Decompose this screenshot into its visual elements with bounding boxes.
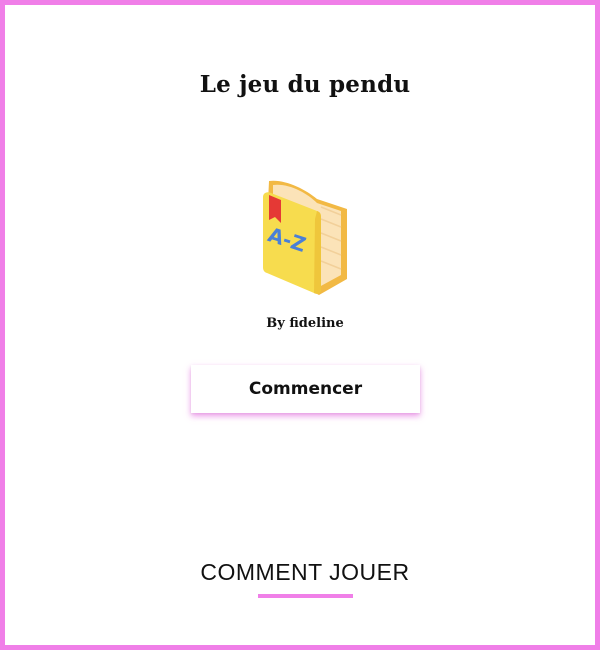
dictionary-book-icon: A-Z <box>255 175 355 300</box>
how-to-play-link[interactable]: COMMENT JOUER <box>5 559 600 586</box>
how-to-play-underline <box>258 594 353 598</box>
start-button[interactable]: Commencer <box>191 365 420 413</box>
author-byline: By fideline <box>266 316 344 331</box>
app-frame: Le jeu du pendu A-Z By fideline Commence… <box>0 0 600 650</box>
page-title: Le jeu du pendu <box>199 71 411 98</box>
